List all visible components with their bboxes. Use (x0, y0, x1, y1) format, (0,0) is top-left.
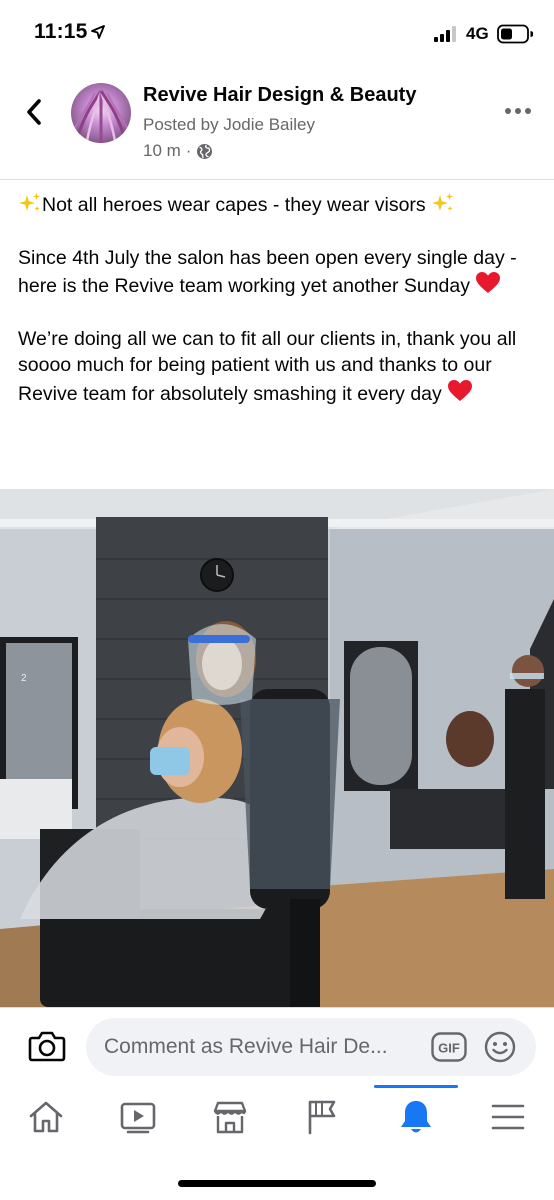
camera-icon[interactable] (28, 1028, 66, 1064)
tab-video[interactable] (92, 1085, 184, 1155)
tab-menu[interactable] (462, 1085, 554, 1155)
tab-notifications[interactable] (370, 1085, 462, 1155)
post-paragraph-1: Not all heroes wear capes - they wear vi… (18, 192, 542, 219)
menu-icon (491, 1104, 525, 1130)
post-paragraph-2: Since 4th July the salon has been open e… (18, 245, 542, 300)
more-options-icon[interactable] (504, 106, 532, 116)
network-type: 4G (466, 24, 489, 43)
post-time[interactable]: 10 m (143, 141, 181, 161)
comment-placeholder: Comment as Revive Hair De... (104, 1035, 388, 1058)
page-avatar[interactable] (71, 83, 131, 143)
home-indicator (178, 1180, 376, 1187)
post-header: Revive Hair Design & Beauty Posted by Jo… (0, 66, 554, 180)
salon-photo-illustration: 2 (0, 489, 554, 1007)
location-arrow-icon (91, 25, 105, 39)
sparkles-emoji-icon (432, 193, 454, 211)
post-meta: 10 m · (143, 140, 213, 162)
marketplace-icon (213, 1101, 247, 1134)
mirror-number-label: 2 (21, 673, 27, 684)
pages-flag-icon (308, 1100, 336, 1135)
tab-pages[interactable] (276, 1085, 368, 1155)
meta-separator: · (185, 141, 192, 160)
posted-by-label[interactable]: Posted by Jodie Bailey (143, 115, 315, 135)
post-paragraph-3: We’re doing all we can to fit all our cl… (18, 326, 542, 408)
bottom-tab-bar (0, 1085, 554, 1155)
battery-icon (497, 24, 533, 44)
red-heart-emoji-icon (476, 272, 501, 293)
post-paragraph-3-text: We’re doing all we can to fit all our cl… (18, 327, 517, 405)
status-time: 11:15 (34, 20, 88, 43)
post-body: Not all heroes wear capes - they wear vi… (18, 192, 542, 433)
gif-icon[interactable]: GIF (431, 1032, 467, 1062)
post-paragraph-2-text: Since 4th July the salon has been open e… (18, 246, 517, 298)
post-photo[interactable]: 2 (0, 489, 554, 1007)
notifications-bell-icon (401, 1101, 431, 1133)
cellular-signal-icon (434, 26, 456, 42)
post-paragraph-1-text: Not all heroes wear capes - they wear vi… (42, 194, 426, 216)
sparkles-emoji-icon (19, 193, 40, 211)
status-bar: 11:15 4G (0, 0, 554, 66)
red-heart-emoji-icon (448, 379, 473, 401)
gif-label: GIF (438, 1041, 460, 1056)
back-chevron-icon[interactable] (22, 96, 46, 128)
comment-bar: Comment as Revive Hair De... GIF (0, 1007, 554, 1085)
page-name[interactable]: Revive Hair Design & Beauty (143, 84, 416, 107)
comment-input[interactable]: Comment as Revive Hair De... GIF (86, 1018, 536, 1076)
globe-public-icon (197, 143, 213, 159)
emoji-smiley-icon[interactable] (484, 1031, 516, 1063)
video-icon (120, 1102, 156, 1134)
home-icon (29, 1101, 63, 1133)
tab-home[interactable] (0, 1085, 92, 1155)
tab-marketplace[interactable] (184, 1085, 276, 1155)
avatar-image (71, 83, 131, 143)
